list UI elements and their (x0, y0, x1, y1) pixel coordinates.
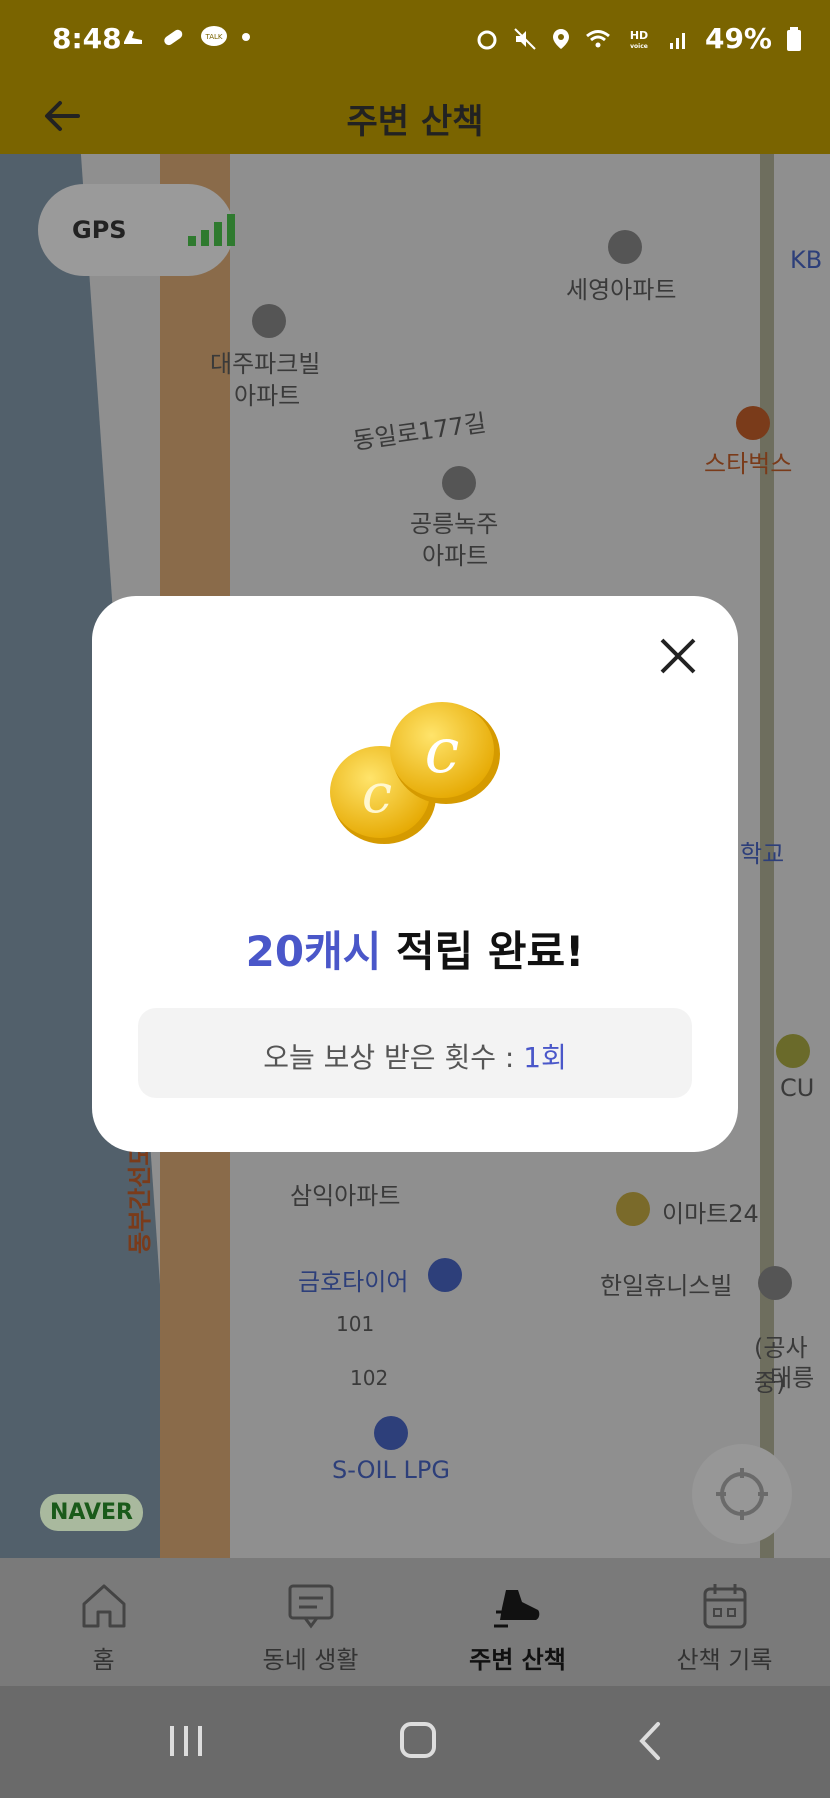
coins-icon: c c (330, 702, 500, 844)
talk-icon: TALK (201, 26, 227, 46)
signal-icon (669, 32, 685, 49)
reward-modal: c c 20캐시 적립 완료! 오늘 보상 받은 횟수 : 1회 (92, 596, 738, 1152)
hd-voice-icon: HDvoice (630, 29, 648, 50)
app-header: 주변 산책 (0, 80, 830, 154)
map-label-apt1: 세영아파트 (566, 276, 677, 304)
map-label-apt2: 대주파크빌 (210, 350, 321, 378)
tab-walk[interactable]: 주변 산책 (414, 1558, 621, 1686)
map-label-apt3: 공릉녹주 (410, 510, 499, 538)
pill-icon (164, 29, 183, 46)
apartment-pin-icon (252, 304, 286, 338)
svg-text:voice: voice (630, 43, 648, 50)
battery-icon (787, 26, 801, 51)
home-icon (82, 1584, 126, 1628)
system-navigation-bar (0, 1686, 830, 1798)
cu-pin-icon (776, 1034, 810, 1068)
reward-count-box: 오늘 보상 받은 횟수 : 1회 (138, 1008, 692, 1098)
naver-logo: NAVER (40, 1494, 143, 1531)
status-time: 8:48 (52, 22, 122, 55)
repair-pin-icon (428, 1258, 462, 1292)
system-icons: HD voice 49% (475, 22, 802, 55)
map-label-starbucks: 스타벅스 (704, 450, 793, 478)
status-bar: 8:48 TALK HD voice 49% (0, 0, 830, 80)
tab-walk-history[interactable]: 산책 기록 (621, 1558, 828, 1686)
map-label-lpg: S-OIL LPG (332, 1456, 450, 1484)
crosshair-icon (716, 1468, 768, 1520)
location-icon (552, 28, 569, 49)
battery-percent: 49% (704, 22, 772, 55)
tab-label: 산책 기록 (676, 1646, 773, 1674)
back-button-icon[interactable] (620, 1716, 680, 1766)
map-label-apt4: 삼익아파트 (290, 1182, 401, 1210)
apartment-pin-icon (442, 466, 476, 500)
calendar-icon (703, 1584, 747, 1629)
apartment-pin-icon (758, 1266, 792, 1300)
emart24-pin-icon (616, 1192, 650, 1226)
gps-label: GPS (72, 216, 127, 244)
map-label-102: 102 (350, 1366, 389, 1390)
map-label-apt2b: 아파트 (234, 382, 301, 410)
reward-amount: 20캐시 (245, 927, 382, 976)
svg-text:TALK: TALK (204, 33, 222, 41)
close-icon[interactable] (654, 632, 702, 680)
reward-count-value: 1회 (523, 1041, 567, 1074)
notification-icons: TALK (120, 24, 250, 50)
reward-count-label: 오늘 보상 받은 횟수 : (263, 1041, 524, 1074)
map-label-101: 101 (336, 1312, 375, 1336)
map-label-school: 학교 (740, 840, 785, 868)
reward-message: 적립 완료! (396, 927, 585, 976)
apartment-pin-icon (608, 230, 642, 264)
map-label-kb: KB (790, 246, 823, 274)
current-location-button[interactable] (692, 1444, 792, 1544)
starbucks-pin-icon (736, 406, 770, 440)
map-label-road: 동일로177길 (351, 408, 488, 456)
reward-count-text: 오늘 보상 받은 횟수 : 1회 (138, 1036, 692, 1076)
svg-text:c: c (425, 714, 460, 787)
walking-shoe-icon (494, 1590, 540, 1628)
shoe-icon (124, 30, 142, 44)
tab-label: 동네 생활 (262, 1646, 359, 1674)
gps-signal-icon (188, 214, 235, 246)
recent-apps-icon[interactable] (156, 1716, 216, 1766)
svg-text:c: c (362, 762, 392, 825)
dot-icon (242, 33, 250, 41)
wifi-icon (586, 29, 610, 47)
tab-label: 주변 산책 (469, 1646, 566, 1674)
map-label-apt3b: 아파트 (422, 542, 489, 570)
bottom-tab-bar: 홈 동네 생활 주변 산책 산책 기록 (0, 1558, 830, 1686)
alarm-icon (477, 30, 497, 49)
gas-station-pin-icon (374, 1416, 408, 1450)
map-label-hanil: 한일휴니스빌 (600, 1272, 733, 1300)
map-label-taereung: 태릉 (770, 1364, 815, 1392)
reward-headline: 20캐시 적립 완료! (92, 918, 738, 979)
map-label-emart: 이마트24 (662, 1200, 759, 1228)
map-label-cu: CU (780, 1074, 815, 1102)
tab-home[interactable]: 홈 (0, 1558, 207, 1686)
chat-board-icon (288, 1584, 334, 1629)
map-label-tire: 금호타이어 (298, 1268, 409, 1296)
mute-icon (514, 27, 536, 50)
tab-community[interactable]: 동네 생활 (207, 1558, 414, 1686)
gps-indicator: GPS (38, 184, 235, 276)
home-button-icon[interactable] (388, 1716, 448, 1766)
svg-text:HD: HD (630, 29, 648, 42)
page-title: 주변 산책 (346, 102, 484, 142)
tab-label: 홈 (92, 1646, 115, 1674)
